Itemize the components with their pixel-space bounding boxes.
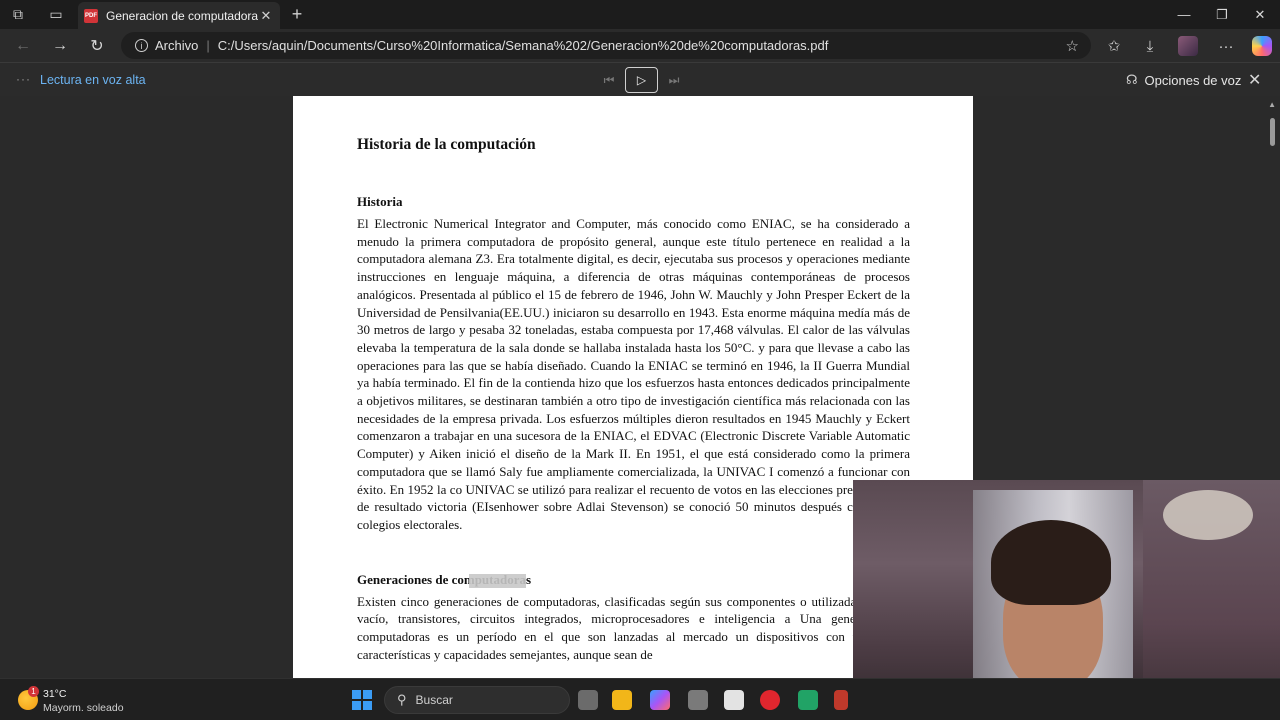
tab-active[interactable]: PDF Generacion de computadoras.pdf ✕ — [78, 2, 280, 29]
weather-description[interactable]: Mayorm. soleado — [43, 702, 124, 714]
section-heading-generaciones: Generaciones de computadoras — [357, 571, 532, 587]
downloads-icon[interactable]: ⤓ — [1135, 33, 1165, 59]
webcam-decoration — [1163, 490, 1253, 540]
profile-button[interactable] — [1173, 33, 1203, 59]
scroll-up-arrow[interactable]: ▲ — [1268, 100, 1276, 109]
tab-bar: ⧉ ▭ PDF Generacion de computadoras.pdf ✕… — [0, 0, 1280, 29]
scrollbar-thumb[interactable] — [1270, 118, 1275, 146]
refresh-button[interactable]: ↻ — [82, 33, 112, 59]
new-tab-button[interactable]: + — [286, 3, 308, 25]
webcam-person-hair — [991, 520, 1111, 605]
taskview-icon[interactable] — [578, 690, 598, 710]
voice-options-label: Opciones de voz — [1144, 72, 1242, 88]
favorites-icon[interactable]: ✩ — [1099, 33, 1129, 59]
search-icon: ⚲ — [397, 692, 407, 707]
tab-actions-icon[interactable]: ▭ — [38, 0, 74, 29]
weather-badge: 1 — [28, 686, 39, 697]
address-url: C:/Users/aquin/Documents/Curso%20Informa… — [217, 38, 829, 53]
read-aloud-label[interactable]: Lectura en voz alta — [40, 73, 146, 87]
start-button[interactable] — [352, 690, 372, 710]
address-bar[interactable]: i Archivo | C:/Users/aquin/Documents/Cur… — [121, 32, 1091, 59]
copilot-icon — [1252, 36, 1272, 56]
read-aloud-menu-icon[interactable]: ··· — [16, 72, 31, 86]
voice-icon: ☊ — [1126, 72, 1138, 87]
excel-icon[interactable] — [798, 690, 818, 710]
word-highlight — [469, 574, 526, 588]
start-icon — [363, 701, 372, 710]
read-aloud-bar: ··· Lectura en voz alta ⏮ ▷ ⏭ ☊ Opciones… — [0, 62, 1280, 96]
favorite-star-icon[interactable]: ☆ — [1066, 37, 1079, 55]
section-heading-historia: Historia — [357, 194, 403, 209]
close-window-button[interactable]: ✕ — [1241, 0, 1279, 29]
voice-options-button[interactable]: ☊ Opciones de voz — [1126, 72, 1241, 88]
forward-button[interactable]: → — [45, 33, 75, 59]
start-icon — [363, 690, 372, 699]
section-paragraph-generaciones: Existen cinco generaciones de computador… — [357, 593, 910, 662]
taskbar-search-label: Buscar — [415, 693, 453, 707]
file-explorer-icon[interactable] — [612, 690, 632, 710]
taskbar-search[interactable]: ⚲ Buscar — [384, 686, 570, 714]
minimize-button[interactable]: — — [1165, 0, 1203, 29]
copilot-app-icon[interactable] — [650, 690, 670, 710]
info-icon[interactable]: i — [135, 39, 148, 52]
address-label: Archivo — [155, 38, 199, 53]
app-icon[interactable] — [834, 690, 848, 710]
section-paragraph-historia: El Electronic Numerical Integrator and C… — [357, 216, 910, 532]
back-button[interactable]: ← — [8, 33, 38, 59]
start-icon — [352, 701, 361, 710]
more-menu-icon[interactable]: ··· — [1211, 33, 1241, 59]
maximize-button[interactable]: ❐ — [1203, 0, 1241, 29]
snipping-tool-icon[interactable] — [724, 690, 744, 710]
pdf-icon: PDF — [84, 8, 98, 23]
avatar — [1178, 36, 1198, 56]
copilot-button[interactable] — [1247, 33, 1277, 59]
taskbar: 1 31°C Mayorm. soleado ⚲ Buscar — [0, 678, 1280, 720]
address-toolbar: ← → ↻ i Archivo | C:/Users/aquin/Documen… — [0, 29, 1280, 62]
document-title: Historia de la computación — [357, 136, 536, 153]
close-tab-icon[interactable]: ✕ — [258, 8, 274, 24]
app-icon[interactable] — [688, 690, 708, 710]
weather-temperature[interactable]: 31°C — [43, 688, 66, 700]
opera-icon[interactable] — [760, 690, 780, 710]
play-button[interactable]: ▷ — [625, 67, 658, 93]
address-separator: | — [206, 38, 210, 53]
previous-paragraph-icon[interactable]: ⏮ — [593, 67, 625, 93]
tab-title: Generacion de computadoras.pdf — [106, 8, 258, 23]
close-read-aloud-icon[interactable]: ✕ — [1248, 70, 1261, 90]
workspaces-icon[interactable]: ⧉ — [0, 0, 36, 29]
start-icon — [352, 690, 361, 699]
next-paragraph-icon[interactable]: ⏭ — [658, 67, 690, 93]
